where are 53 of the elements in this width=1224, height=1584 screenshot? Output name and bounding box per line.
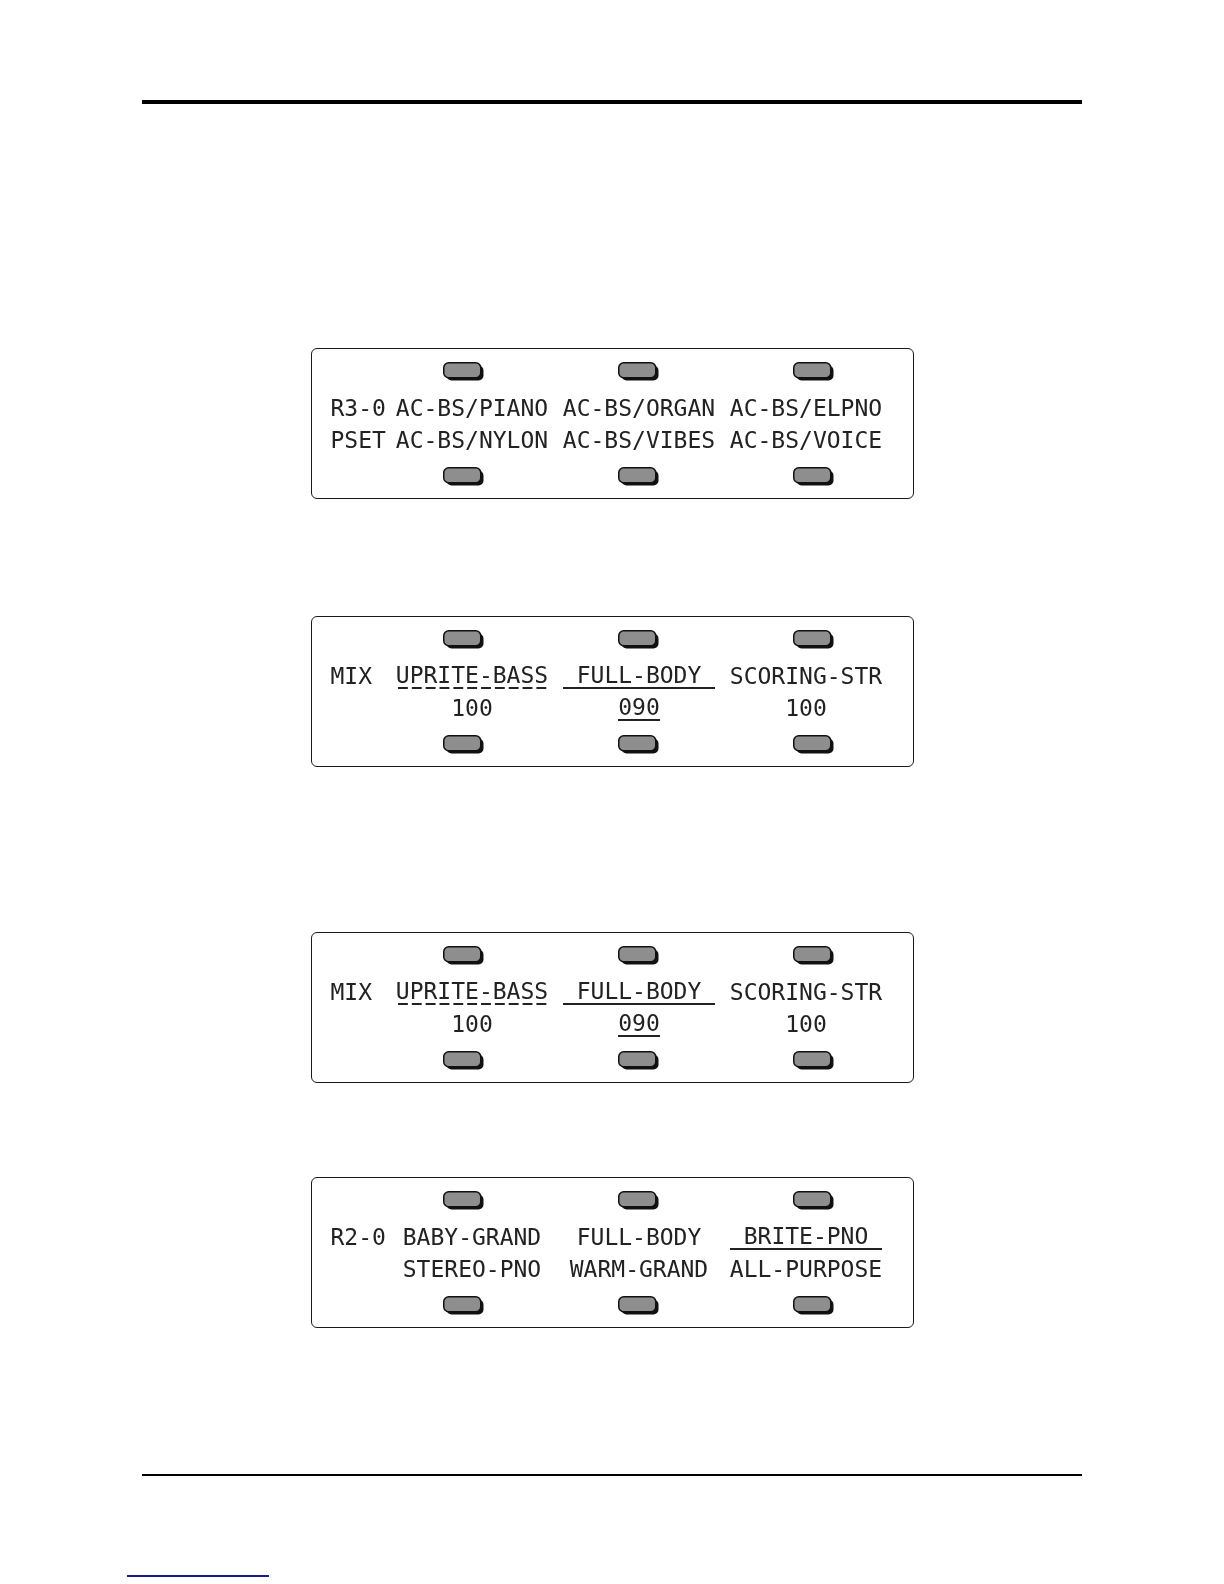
display-text: AC-BS/ORGAN [562, 396, 716, 420]
button-icon [442, 362, 484, 381]
value-text: 100 [451, 696, 493, 720]
button-icon [792, 946, 834, 965]
button-icon [792, 630, 834, 649]
button-icon [442, 1051, 484, 1070]
button-icon [792, 1296, 834, 1315]
display-text: AC-BS/ELPNO [729, 396, 883, 420]
button-icon [442, 1296, 484, 1315]
button-icon [792, 362, 834, 381]
button-icon [617, 1296, 659, 1315]
button-icon [617, 1051, 659, 1070]
display-text: AC-BS/VIBES [562, 428, 716, 452]
button-icon [442, 630, 484, 649]
button-icon [617, 630, 659, 649]
button-icon [617, 362, 659, 381]
display-text: FULL-BODY [576, 1225, 702, 1249]
value-text: 090 [618, 1011, 660, 1037]
display-label: MIX [330, 980, 373, 1004]
button-icon [792, 1051, 834, 1070]
display-text: AC-BS/NYLON [395, 428, 549, 452]
button-icon [442, 735, 484, 754]
display-text: UPRITE-BASS [395, 663, 549, 689]
display-label: PSET [330, 428, 386, 452]
display-text: UPRITE-BASS [395, 979, 549, 1005]
display-text: STEREO-PNO [402, 1257, 542, 1281]
button-icon [442, 1191, 484, 1210]
display-text: SCORING-STR [729, 980, 883, 1004]
display-text: BRITE-PNO [729, 1224, 883, 1250]
display-text: WARM-GRAND [569, 1257, 709, 1281]
button-icon [617, 1191, 659, 1210]
button-icon [792, 467, 834, 486]
display-text: FULL-BODY [562, 979, 716, 1005]
button-icon [617, 735, 659, 754]
display-text: SCORING-STR [729, 664, 883, 688]
button-icon [617, 467, 659, 486]
display-label: MIX [330, 664, 373, 688]
display-text: BABY-GRAND [402, 1225, 542, 1249]
value-text: 100 [451, 1012, 493, 1036]
button-icon [792, 735, 834, 754]
button-icon [792, 1191, 834, 1210]
display-label: R2-0 [330, 1225, 386, 1249]
display-text: FULL-BODY [562, 663, 716, 689]
value-text: 100 [785, 696, 827, 720]
button-icon [617, 946, 659, 965]
display-text: ALL-PURPOSE [729, 1257, 883, 1281]
value-text: 090 [618, 695, 660, 721]
display-text: AC-BS/PIANO [395, 396, 549, 420]
button-icon [442, 467, 484, 486]
value-text: 100 [785, 1012, 827, 1036]
button-icon [442, 946, 484, 965]
display-label: R3-0 [330, 396, 386, 420]
display-text: AC-BS/VOICE [729, 428, 883, 452]
